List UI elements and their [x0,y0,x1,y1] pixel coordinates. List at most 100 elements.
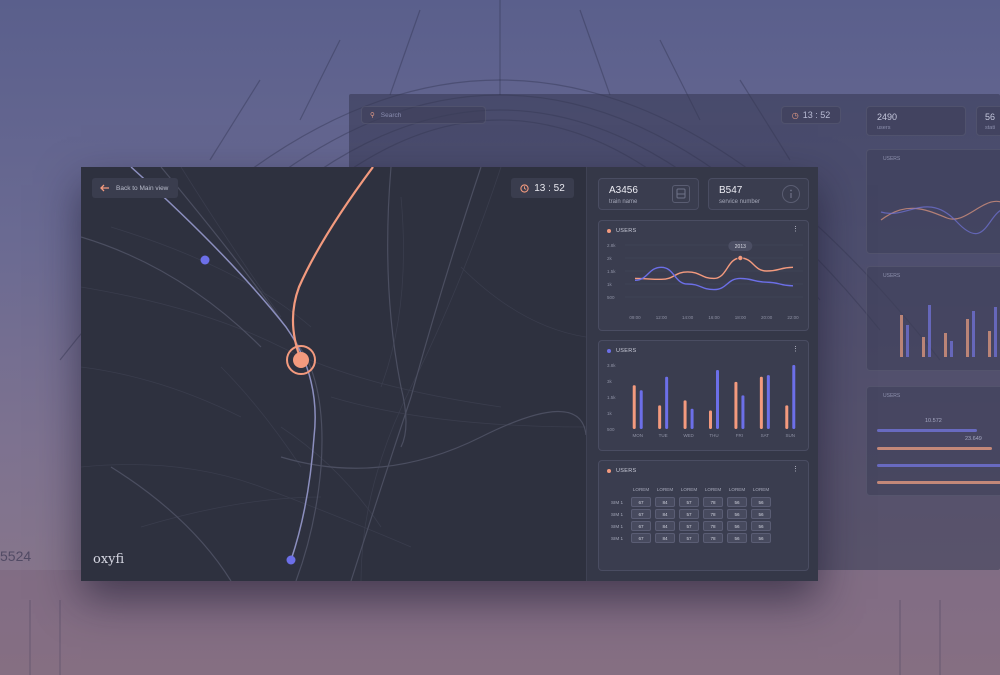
y-tick-label: 3.8k [607,363,616,368]
station-marker [200,255,210,265]
table-cell[interactable]: 67 [631,497,651,507]
table-cell[interactable]: 78 [703,521,723,531]
bar [792,365,796,429]
y-tick-label: 1.5k [607,395,616,400]
bar [716,370,719,429]
x-tick-label: SAT [761,433,770,438]
ghost-line-chart [880,200,1000,235]
ghost-progress-value-b: 23.649 [965,436,982,442]
table-row: SIM 1 67 84 57 78 56 56 [611,497,771,507]
train-name-card: A3456 train name [598,178,699,210]
ghost-stat-value: 2490 [877,112,898,122]
y-tick-label: 3k [607,379,613,384]
x-tick-label: MON [632,433,643,438]
ghost-time: 13 : 52 [802,110,831,120]
line-series [634,257,794,281]
users-bar-card: USERS ⋮ 3.8k 3k 1.5k 1k 500 MON TUE WED THU FRI SA… [598,340,809,451]
bar [658,405,662,429]
train-icon [672,185,690,203]
info-icon [782,185,800,203]
bar [734,381,738,429]
x-tick-label: 12:00 [656,315,668,320]
x-tick-label: 14:00 [682,315,694,320]
table-cell[interactable]: 67 [631,509,651,519]
table-cell[interactable]: 67 [631,521,651,531]
x-tick-label: WED [683,433,694,438]
card-title: USERS [616,468,637,474]
ghost-bar-chart [900,305,997,357]
row-label: SIM 1 [611,511,623,517]
y-tick-label: 500 [607,427,615,432]
table-cell[interactable]: 78 [703,533,723,543]
line-chart: 2.8k 2k 1.5k 1k 500 09:00 12:00 14:00 16:00 18:00… [607,241,803,320]
ghost-search-bar: ⚲ Search [361,106,486,124]
ghost-progress-bar-a [877,429,977,432]
table-cell[interactable]: 57 [679,521,699,531]
more-options-icon[interactable]: ⋮ [792,466,799,473]
y-tick-label: 1.5k [607,269,616,274]
ghost-clock: ◷ 13 : 52 [781,106,841,124]
table-row: SIM 1 67 84 57 78 56 56 [611,509,771,519]
train-position-marker [293,352,309,368]
table-cell[interactable]: 84 [655,497,675,507]
row-label: SIM 1 [611,499,623,505]
ghost-stat-stations: 56 stati [976,106,1000,136]
table-cell[interactable]: 56 [751,509,771,519]
x-tick-label: 16:00 [708,315,720,320]
y-tick-label: 1k [607,411,613,416]
table-row: SIM 1 67 84 57 78 56 56 [611,533,771,543]
column-header: LOREM [752,487,770,492]
station-marker [286,555,296,565]
bar [709,410,712,429]
ghost-card-title-3: USERS [883,393,901,399]
y-tick-label: 1k [607,282,613,287]
bar [759,376,763,429]
bar [785,405,789,429]
table-cell[interactable]: 84 [655,509,675,519]
table-cell[interactable]: 56 [727,497,747,507]
table-cell[interactable]: 84 [655,521,675,531]
table-cell[interactable]: 56 [727,533,747,543]
bar-chart: 3.8k 3k 1.5k 1k 500 MON TUE WED THU FRI SAT SUN [607,363,796,438]
arrow-left-icon [100,184,109,192]
row-label-header [611,487,627,495]
y-tick-label: 2.8k [607,243,616,248]
ghost-stat-label: users [877,125,891,131]
table-row: SIM 1 67 84 57 78 56 56 [611,521,771,531]
table-cell[interactable]: 56 [751,533,771,543]
side-panel: A3456 train name B547 service number USE… [586,167,818,581]
bar [690,408,694,429]
x-tick-label: 18:00 [735,315,747,320]
table-cell[interactable]: 78 [703,509,723,519]
card-header: USERS [607,468,636,474]
table-cell[interactable]: 57 [679,533,699,543]
ghost-stat-value-2: 56 [985,112,996,122]
route-map[interactable]: Back to Main view 13 : 52 oxyfi [81,167,586,581]
train-name-value: A3456 [609,185,638,196]
map-canvas [81,167,586,581]
table-cell[interactable]: 84 [655,533,675,543]
ghost-progress-bar-b [877,447,992,450]
x-tick-label: 22:00 [787,315,799,320]
table-cell[interactable]: 78 [703,497,723,507]
x-tick-label: 09:00 [629,315,641,320]
table-cell[interactable]: 57 [679,497,699,507]
bar [766,375,770,429]
table-cell[interactable]: 56 [727,509,747,519]
table-header-row: LOREM LOREM LOREM LOREM LOREM LOREM [611,487,771,495]
table-cell[interactable]: 56 [751,521,771,531]
ghost-progress-bar-c [877,464,1000,467]
table-cell[interactable]: 57 [679,509,699,519]
back-to-main-button[interactable]: Back to Main view [92,178,179,198]
clock-icon [520,183,529,193]
clock-time: 13 : 52 [534,182,565,194]
table-cell[interactable]: 56 [727,521,747,531]
column-header: LOREM [656,487,674,492]
bar [665,376,669,429]
service-number-card: B547 service number [708,178,809,210]
column-header: LOREM [632,487,650,492]
table-cell[interactable]: 56 [751,497,771,507]
bar [683,400,687,429]
ghost-search-placeholder: Search [380,111,402,119]
table-cell[interactable]: 67 [631,533,651,543]
